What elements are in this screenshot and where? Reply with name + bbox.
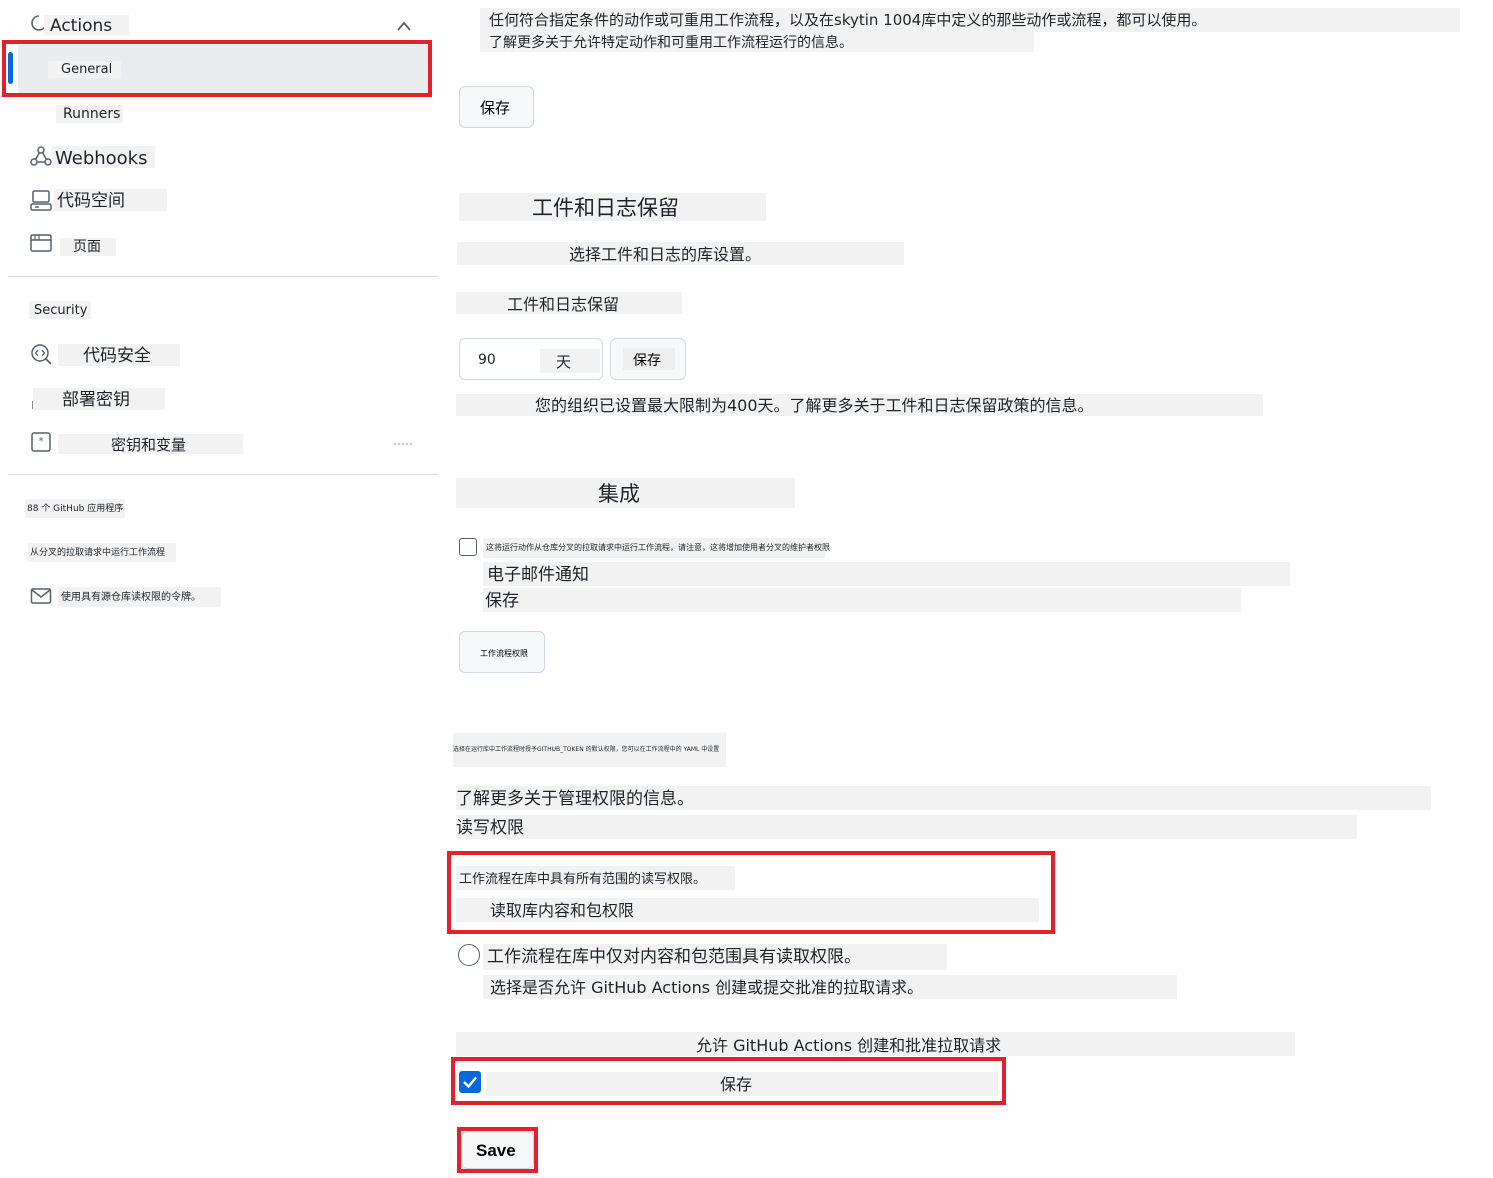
retention-note: 您的组织已设置最大限制为400天。了解更多关于工件和日志保留政策的信息。 xyxy=(535,396,1094,415)
mail-icon xyxy=(30,587,52,609)
fork-checkbox-label: 这将运行动作从仓库分叉的拉取请求中运行工作流程，请注意，这将增加使用者分叉的维护… xyxy=(486,543,830,552)
highlight-box-allow-pr xyxy=(451,1057,1006,1105)
secret-icon: * xyxy=(30,431,52,457)
codespaces-icon xyxy=(29,189,53,217)
intro-line2-link[interactable]: 了解更多关于允许特定动作和可重用工作流程运行的信息。 xyxy=(489,35,853,52)
workflow-permissions-button[interactable]: 工作流程权限 xyxy=(459,631,545,673)
sidebar-item-secrets[interactable]: 密钥和变量 xyxy=(111,436,186,454)
code-security-icon xyxy=(29,342,53,370)
sidebar-item-github-apps[interactable]: 88 个 GitHub 应用程序 xyxy=(27,503,123,515)
save-button-actions[interactable]: 保存 xyxy=(459,86,534,128)
retention-days-unit: 天 xyxy=(556,353,572,371)
sidebar-item-codespaces[interactable]: 代码空间 xyxy=(57,191,125,212)
artifacts-field-label: 工件和日志保留 xyxy=(507,295,620,314)
read-write-label-bg xyxy=(456,815,1357,839)
sidebar-item-fork-pr[interactable]: 从分叉的拉取请求中运行工作流程 xyxy=(30,547,165,559)
sidebar-divider-2 xyxy=(8,474,438,475)
sidebar-item-deploy-keys[interactable]: 部署密钥 xyxy=(62,390,130,411)
integration-heading: 集成 xyxy=(598,482,640,506)
security-heading: Security xyxy=(34,303,88,318)
chevron-up-icon[interactable] xyxy=(396,17,412,36)
intro-line1: 任何符合指定条件的动作或可重用工作流程，以及在skytin 1004库中定义的那… xyxy=(489,11,1207,29)
save-button-retention-label: 保存 xyxy=(633,352,661,368)
svg-text:*: * xyxy=(39,436,44,447)
sidebar-divider-1 xyxy=(8,276,438,277)
highlight-box-read-write xyxy=(447,851,1055,934)
save-button-retention[interactable]: 保存 xyxy=(610,338,686,380)
artifacts-heading: 工件和日志保留 xyxy=(532,196,679,220)
save-button-actions-label: 保存 xyxy=(480,100,511,117)
pages-icon xyxy=(29,233,53,257)
save-text-bg xyxy=(483,588,1241,612)
sidebar-item-pages[interactable]: 页面 xyxy=(73,239,101,256)
highlight-box-general xyxy=(2,40,432,97)
email-notification-label: 电子邮件通知 xyxy=(487,565,589,585)
sidebar-item-runners[interactable]: Runners xyxy=(63,106,120,122)
workflow-permissions-button-label: 工作流程权限 xyxy=(480,649,528,658)
sidebar-item-email[interactable]: 使用具有源仓库读权限的令牌。 xyxy=(61,591,201,604)
highlight-box-final-save xyxy=(457,1127,538,1173)
allow-pr-label: 允许 GitHub Actions 创建和批准拉取请求 xyxy=(696,1036,1002,1055)
webhook-icon xyxy=(29,145,53,171)
sidebar-item-webhooks[interactable]: Webhooks xyxy=(55,148,147,169)
artifacts-desc: 选择工件和日志的库设置。 xyxy=(569,245,762,264)
read-write-label: 读写权限 xyxy=(456,818,524,838)
chevron-down-icon[interactable] xyxy=(392,434,414,453)
permissions-desc: 选择在运行库中工作流程时授予GITHUB_TOKEN 的默认权限，您可以在工作流… xyxy=(453,746,720,753)
sidebar-item-actions[interactable]: Actions xyxy=(50,16,112,36)
retention-days-value: 90 xyxy=(478,352,496,368)
email-notification-bg xyxy=(483,562,1290,586)
sidebar-item-code-security[interactable]: 代码安全 xyxy=(83,346,151,367)
read-only-desc: 工作流程在库中仅对内容和包范围具有读取权限。 xyxy=(487,947,861,967)
read-only-radio[interactable] xyxy=(458,944,480,966)
learn-permissions-link[interactable]: 了解更多关于管理权限的信息。 xyxy=(456,789,694,809)
pr-question: 选择是否允许 GitHub Actions 创建或提交批准的拉取请求。 xyxy=(490,978,924,997)
retention-days-input[interactable]: 90 天 xyxy=(459,338,603,380)
save-text: 保存 xyxy=(485,591,519,611)
fork-pr-checkbox[interactable] xyxy=(459,538,477,556)
